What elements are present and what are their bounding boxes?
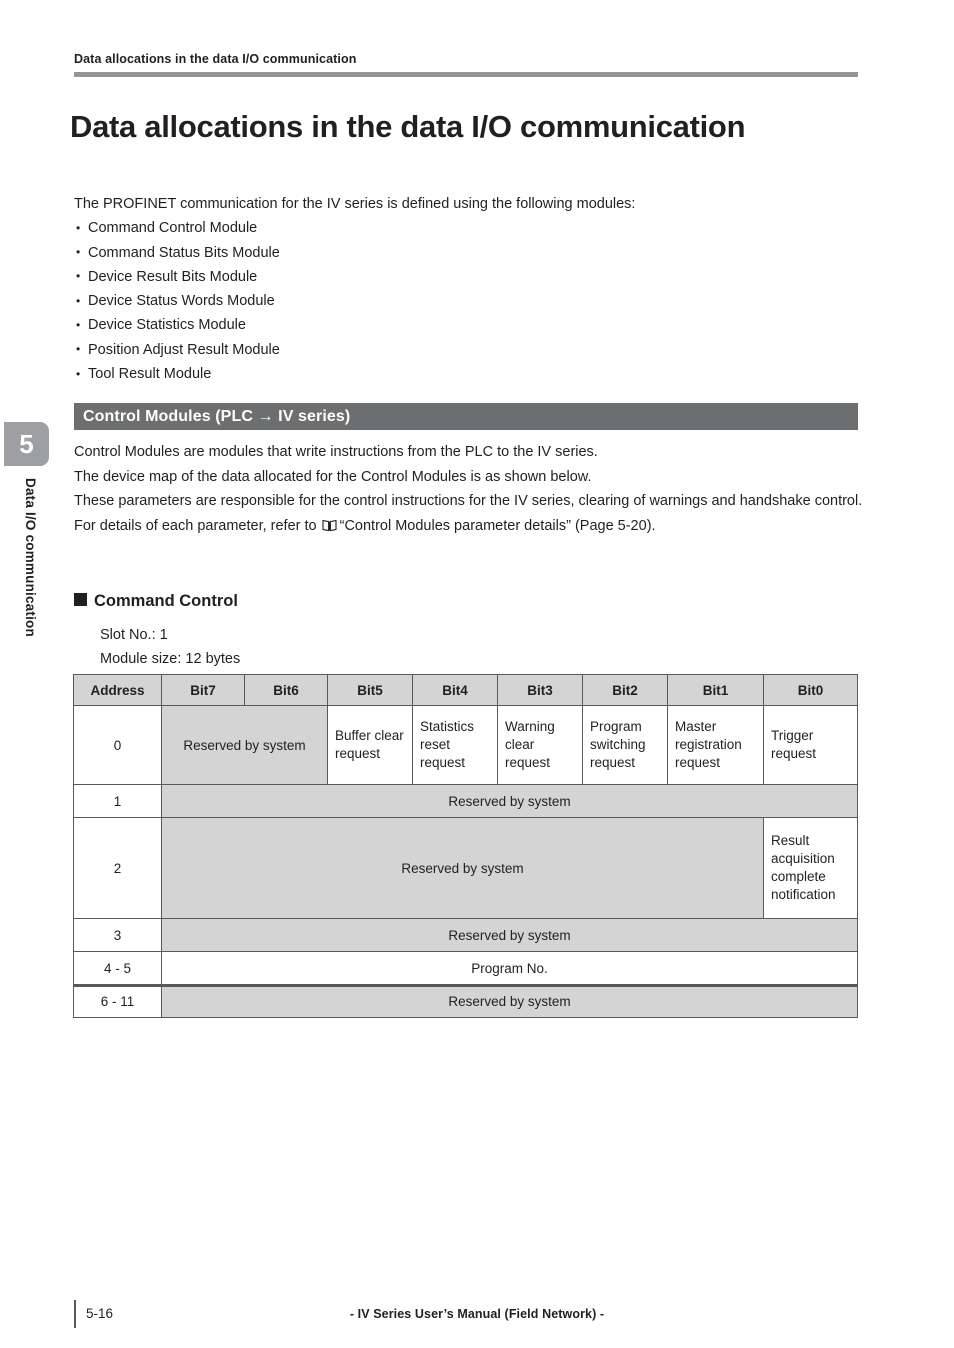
column-header-bit2: Bit2 [582, 674, 668, 706]
bit-allocation-table: Address Bit7 Bit6 Bit5 Bit4 Bit3 Bit2 Bi… [73, 674, 858, 1018]
cell-reserved: Reserved by system [161, 705, 328, 785]
column-header-bit1: Bit1 [667, 674, 764, 706]
table-row: 0 Reserved by system Buffer clear reques… [73, 705, 858, 785]
cell-program-no: Program No. [161, 951, 858, 985]
cell-address: 1 [73, 784, 162, 818]
chapter-label: Data I/O communication [23, 478, 38, 637]
cell-bit4: Statistics reset request [412, 705, 498, 785]
cell-reserved: Reserved by system [161, 918, 858, 952]
table-bottom-rule [73, 984, 858, 987]
reference-line: For details of each parameter, refer to … [74, 514, 864, 541]
table-header-row: Address Bit7 Bit6 Bit5 Bit4 Bit3 Bit2 Bi… [73, 674, 858, 706]
cell-bit3: Warning clear request [497, 705, 583, 785]
cell-bit0: Trigger request [763, 705, 858, 785]
table-row: 6 - 11 Reserved by system [73, 984, 858, 1018]
cell-reserved: Reserved by system [161, 817, 764, 919]
running-header: Data allocations in the data I/O communi… [74, 52, 357, 66]
list-item: Device Statistics Module [74, 313, 864, 338]
column-header-bit7: Bit7 [161, 674, 245, 706]
list-item: Command Status Bits Module [74, 240, 864, 265]
column-header-bit0: Bit0 [763, 674, 858, 706]
body-paragraph: Control Modules are modules that write i… [74, 444, 598, 460]
body-paragraph: The device map of the data allocated for… [74, 468, 592, 485]
cell-address: 4 - 5 [73, 951, 162, 985]
list-item: Command Control Module [74, 216, 864, 241]
column-header-bit6: Bit6 [244, 674, 328, 706]
book-icon [322, 516, 337, 541]
list-item: Device Result Bits Module [74, 264, 864, 289]
table-row: 4 - 5 Program No. [73, 951, 858, 985]
subsection-heading: Command Control [74, 592, 238, 611]
table-row: 3 Reserved by system [73, 918, 858, 952]
intro-block: The PROFINET communication for the IV se… [74, 192, 864, 386]
reference-prefix: For details of each parameter, refer to [74, 517, 321, 534]
subsection-title: Command Control [94, 592, 238, 610]
cell-address: 2 [73, 817, 162, 919]
cell-bit2: Program switching request [582, 705, 668, 785]
slot-number: Slot No.: 1 [100, 627, 168, 643]
list-item: Device Status Words Module [74, 289, 864, 314]
column-header-address: Address [73, 674, 162, 706]
reference-text: “Control Modules parameter details” (Pag… [339, 517, 656, 534]
section-band-title: Control Modules (PLC → IV series) [74, 403, 858, 430]
page-title: Data allocations in the data I/O communi… [70, 108, 746, 144]
intro-lead: The PROFINET communication for the IV se… [74, 196, 636, 212]
table-row: 2 Reserved by system Result acquisition … [73, 817, 858, 919]
list-item: Position Adjust Result Module [74, 337, 864, 362]
list-item: Tool Result Module [74, 362, 864, 387]
column-header-bit3: Bit3 [497, 674, 583, 706]
cell-bit1: Master registration request [667, 705, 764, 785]
table-row: 1 Reserved by system [73, 784, 858, 818]
cell-address: 0 [73, 705, 162, 785]
cell-address: 6 - 11 [73, 984, 162, 1018]
cell-reserved: Reserved by system [161, 984, 858, 1018]
cell-address: 3 [73, 918, 162, 952]
square-bullet-icon [74, 593, 87, 606]
column-header-bit4: Bit4 [412, 674, 498, 706]
cell-bit5: Buffer clear request [327, 705, 413, 785]
section-body: Control Modules are modules that write i… [74, 440, 864, 540]
column-header-bit5: Bit5 [327, 674, 413, 706]
cell-reserved: Reserved by system [161, 784, 858, 818]
slot-info: Slot No.: 1 Module size: 12 bytes [100, 623, 240, 671]
footer-manual-title: - IV Series User’s Manual (Field Network… [349, 1307, 605, 1321]
chapter-number: 5 [19, 429, 34, 459]
header-divider [74, 72, 858, 77]
cell-bit0: Result acquisition complete notification [763, 817, 858, 919]
body-paragraph: These parameters are responsible for the… [74, 493, 863, 510]
chapter-tab: 5 [4, 422, 49, 466]
module-list: Command Control Module Command Status Bi… [74, 216, 864, 386]
module-size: Module size: 12 bytes [100, 651, 241, 667]
